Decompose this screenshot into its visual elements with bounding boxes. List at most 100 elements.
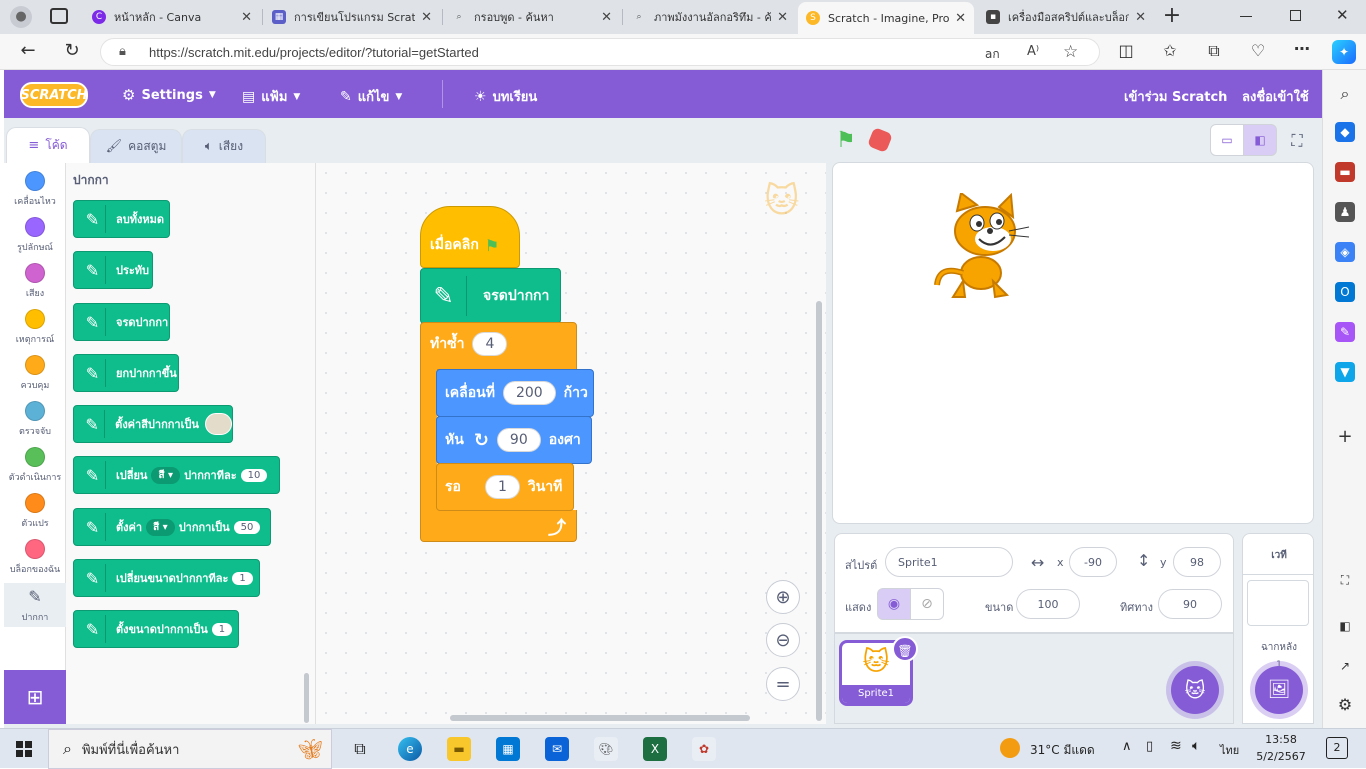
category-item[interactable]: ✎ ปากกา — [4, 583, 66, 627]
games-icon[interactable]: ♟ — [1335, 202, 1355, 222]
block-pen-down[interactable]: ✎ จรดปากกา — [73, 303, 170, 341]
small-stage-button[interactable]: ▭ — [1210, 124, 1244, 156]
favorites-icon[interactable]: ✩ — [1158, 41, 1182, 60]
close-icon[interactable]: ✕ — [241, 10, 252, 25]
sidebar-toggle-icon[interactable]: ◧ — [1335, 616, 1355, 636]
mail-icon[interactable]: ✉ — [545, 737, 569, 761]
stage-canvas[interactable] — [832, 162, 1314, 524]
more-options-icon[interactable]: ⋯ — [1290, 39, 1314, 58]
value-input[interactable]: 1 — [232, 571, 253, 585]
size-input[interactable]: 100 — [1016, 589, 1080, 619]
category-item[interactable]: บล็อกของฉัน — [4, 539, 66, 576]
search-icon[interactable]: ⌕ — [1335, 84, 1355, 104]
block-pen-up[interactable]: ✎ ยกปากกาขึ้น — [73, 354, 179, 392]
copilot-icon[interactable]: ✦ — [1332, 40, 1356, 64]
palette-scrollbar[interactable] — [304, 673, 309, 723]
new-tab-button[interactable]: + — [1160, 3, 1184, 28]
color-swatch[interactable] — [204, 413, 232, 435]
zoom-out-button[interactable]: ⊖ — [766, 623, 800, 657]
choose-sprite-button[interactable]: 🐱︎ — [1171, 666, 1219, 714]
block-erase-all[interactable]: ✎ ลบทั้งหมด — [73, 200, 170, 238]
tools-icon[interactable]: ▬ — [1335, 162, 1355, 182]
app-icon[interactable]: ✿ — [692, 737, 716, 761]
tutorials-menu[interactable]: ☀ บทเรียน — [474, 86, 537, 107]
settings-menu[interactable]: ⚙ Settings ▼ — [122, 86, 216, 104]
wait-seconds-input[interactable]: 1 — [484, 475, 520, 499]
store-icon[interactable]: ▦ — [496, 737, 520, 761]
excel-icon[interactable]: X — [643, 737, 667, 761]
windows-start-icon[interactable] — [16, 741, 32, 757]
join-scratch-link[interactable]: เข้าร่วม Scratch — [1124, 86, 1227, 107]
minimize-icon[interactable] — [1240, 16, 1252, 17]
edge-icon[interactable]: e — [398, 737, 422, 761]
tab-code[interactable]: ≡ โค้ด — [6, 127, 90, 163]
browser-tab[interactable]: ⌕ กรอบพูด - ค้นหา ✕ — [444, 4, 620, 30]
block-stamp[interactable]: ✎ ประทับ — [73, 251, 153, 289]
show-hidden-button[interactable]: ⊘ — [910, 588, 944, 620]
clock-date[interactable]: 5/2/2567 — [1252, 750, 1310, 763]
microsoft365-icon[interactable]: ◈ — [1335, 242, 1355, 262]
tab-actions-icon[interactable] — [50, 8, 68, 24]
volume-icon[interactable]: 🔈︎ — [1192, 738, 1200, 754]
value-input[interactable]: 1 — [211, 622, 233, 636]
shopping-icon[interactable]: ◆ — [1335, 122, 1355, 142]
drop-icon[interactable]: ▼ — [1335, 362, 1355, 382]
language-indicator[interactable]: ไทย — [1220, 741, 1239, 759]
taskbar-search-box[interactable]: ⌕ พิมพ์ที่นี่เพื่อค้นหา 🦋︎ — [48, 729, 332, 769]
block-pen-down-script[interactable]: ✎ จรดปากกา — [420, 268, 561, 324]
external-link-icon[interactable]: ↗ — [1335, 656, 1355, 676]
close-window-icon[interactable]: ✕ — [1336, 6, 1349, 24]
param-dropdown[interactable]: สี ▾ — [151, 466, 181, 484]
notification-icon[interactable]: 2 — [1326, 737, 1348, 759]
edit-menu[interactable]: ✎ แก้ไข ▼ — [340, 86, 402, 107]
clock-time[interactable]: 13:58 — [1256, 733, 1306, 746]
block-wait-seconds[interactable]: รอ 1 วินาที — [436, 463, 574, 511]
workspace-scrollbar-v[interactable] — [816, 301, 822, 721]
tab-sounds[interactable]: 🔈︎ เสียง — [182, 129, 266, 163]
category-item[interactable]: ควบคุม — [4, 355, 66, 392]
add-icon[interactable]: + — [1335, 426, 1355, 447]
show-visible-button[interactable]: ◉ — [877, 588, 911, 620]
block-set-pen-param[interactable]: ✎ ตั้งค่า สี ▾ ปากกาเป็น 50 — [73, 508, 271, 546]
choose-backdrop-button[interactable]: 🖼︎ — [1255, 666, 1303, 714]
sprite-name-input[interactable]: Sprite1 — [885, 547, 1013, 577]
file-explorer-icon[interactable]: ▬ — [447, 737, 471, 761]
x-input[interactable]: -90 — [1069, 547, 1117, 577]
direction-input[interactable]: 90 — [1158, 589, 1222, 619]
close-icon[interactable]: ✕ — [1135, 10, 1146, 25]
refresh-icon[interactable]: ↻ — [60, 40, 84, 61]
sign-in-link[interactable]: ลงชื่อเข้าใช้ — [1242, 86, 1309, 107]
workspace-scrollbar-h[interactable] — [450, 715, 750, 721]
file-menu[interactable]: ▤ แฟ้ม ▼ — [242, 86, 300, 107]
stage-thumbnail[interactable] — [1247, 580, 1309, 626]
browser-tab[interactable]: C หน้าหลัก - Canva ✕ — [84, 4, 260, 30]
favorite-star-icon[interactable]: ☆ — [1063, 42, 1078, 62]
tab-costumes[interactable]: 🖌︎ คอสตูม — [90, 129, 182, 163]
split-screen-icon[interactable]: ◫ — [1114, 41, 1138, 60]
url-field[interactable]: 🔒︎ https://scratch.mit.edu/projects/edit… — [100, 38, 1100, 66]
category-item[interactable]: ตรวจจับ — [4, 401, 66, 438]
outlook-icon[interactable]: O — [1335, 282, 1355, 302]
browser-tab[interactable]: ▦ การเขียนโปรแกรม Scratc ✕ — [264, 4, 440, 30]
block-change-pen-size[interactable]: ✎ เปลี่ยนขนาดปากกาทีละ 1 — [73, 559, 260, 597]
tray-tablet-icon[interactable]: ▯ — [1146, 739, 1153, 754]
block-change-pen-param[interactable]: ✎ เปลี่ยน สี ▾ ปากกาทีละ 10 — [73, 456, 280, 494]
category-item[interactable]: เสียง — [4, 263, 66, 300]
param-dropdown[interactable]: สี ▾ — [146, 518, 175, 536]
category-item[interactable]: ตัวดำเนินการ — [4, 447, 66, 484]
translate-icon[interactable]: a⁣ก — [985, 45, 1000, 64]
performance-icon[interactable]: ♡ — [1246, 41, 1270, 60]
close-icon[interactable]: ✕ — [777, 10, 788, 25]
zoom-in-button[interactable]: ⊕ — [766, 580, 800, 614]
profile-icon[interactable]: ● — [10, 6, 32, 28]
category-item[interactable]: เคลื่อนไหว — [4, 171, 66, 208]
category-item[interactable]: รูปลักษณ์ — [4, 217, 66, 254]
tray-chevron-icon[interactable]: ∧ — [1122, 739, 1132, 754]
value-input[interactable]: 10 — [240, 468, 268, 482]
browser-tab-active[interactable]: S Scratch - Imagine, Pro ✕ — [798, 2, 974, 34]
large-stage-button[interactable]: ◧ — [1243, 124, 1277, 156]
delete-sprite-button[interactable]: 🗑︎ — [892, 636, 918, 662]
block-turn-degrees[interactable]: หัน ↻ 90 องศา — [436, 416, 592, 464]
repeat-count-input[interactable]: 4 — [472, 332, 508, 356]
block-set-pen-size[interactable]: ✎ ตั้งขนาดปากกาเป็น 1 — [73, 610, 239, 648]
